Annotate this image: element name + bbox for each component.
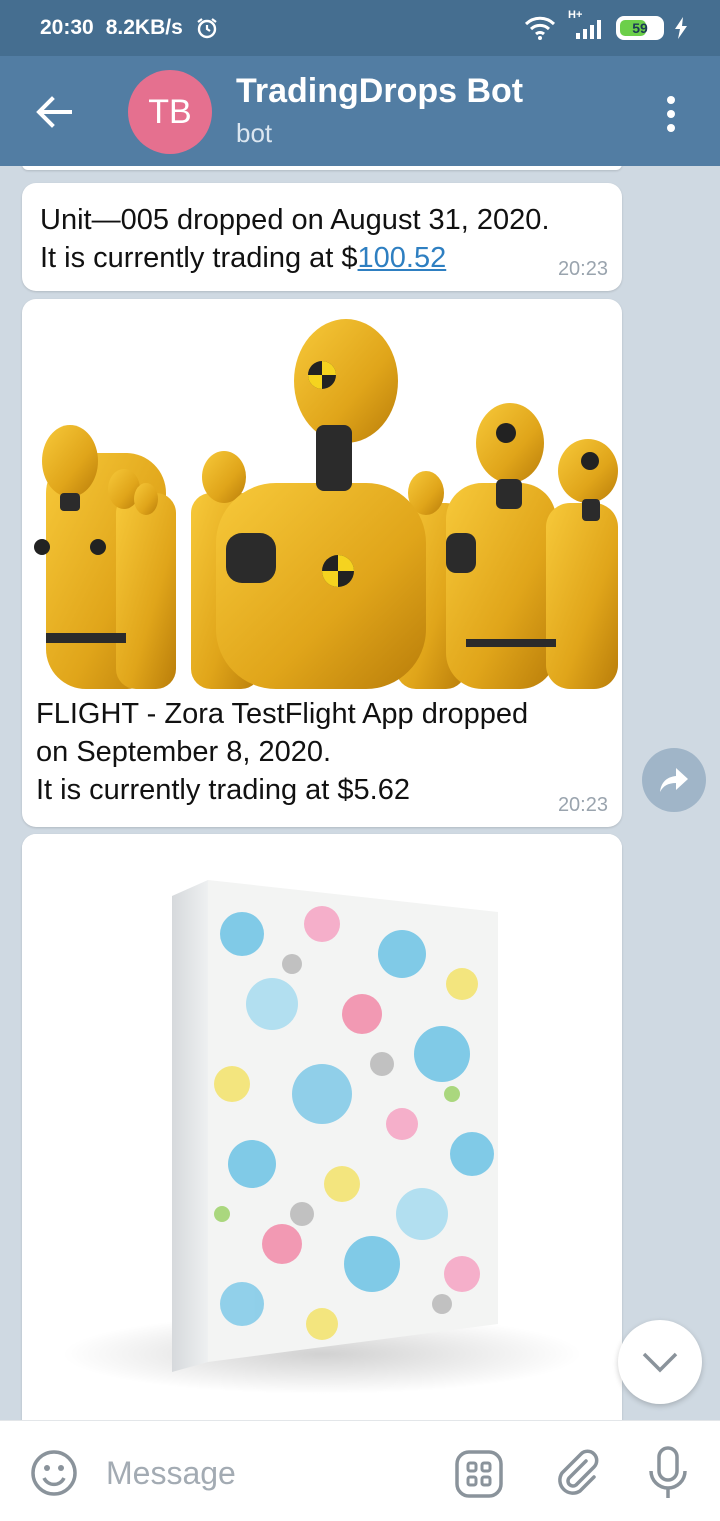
back-arrow-icon bbox=[36, 96, 72, 128]
status-time: 20:30 bbox=[40, 16, 94, 39]
chevron-down-icon bbox=[642, 1352, 678, 1373]
message-bubble-photo[interactable] bbox=[22, 834, 622, 1420]
chat-title[interactable]: TradingDrops Bot bbox=[236, 72, 523, 111]
voice-record-button[interactable] bbox=[646, 1445, 690, 1501]
more-vert-icon bbox=[667, 96, 675, 132]
scroll-down-button[interactable] bbox=[618, 1320, 702, 1404]
battery-indicator: 59 bbox=[616, 16, 664, 40]
message-text: Unit—005 dropped on August 31, 2020. It … bbox=[40, 201, 604, 277]
message-line: It is currently trading at $100.52 bbox=[40, 239, 604, 277]
message-composer bbox=[0, 1420, 720, 1521]
status-right: H+ 59 bbox=[524, 9, 688, 41]
share-button[interactable] bbox=[642, 748, 706, 812]
more-options-button[interactable] bbox=[656, 92, 686, 136]
message-time: 20:23 bbox=[557, 794, 608, 816]
attach-button[interactable] bbox=[552, 1447, 602, 1497]
message-bubble[interactable]: Unit—005 dropped on August 31, 2020. It … bbox=[22, 183, 622, 291]
status-speed: 8.2KB/s bbox=[105, 16, 183, 39]
battery-level: 59 bbox=[632, 20, 648, 36]
mic-icon bbox=[649, 1446, 687, 1498]
message-input[interactable] bbox=[104, 1447, 428, 1499]
bot-commands-button[interactable] bbox=[454, 1449, 504, 1499]
caption-line: It is currently trading at $5.62 bbox=[36, 774, 410, 806]
bot-commands-icon bbox=[455, 1450, 503, 1498]
paint-splatter-box-photo[interactable] bbox=[22, 834, 622, 1420]
emoji-button[interactable] bbox=[30, 1449, 78, 1497]
message-bubble-photo[interactable]: FLIGHT - Zora TestFlight App dropped on … bbox=[22, 299, 622, 827]
wifi-icon bbox=[524, 16, 556, 40]
alarm-icon bbox=[197, 18, 217, 39]
message-time: 20:23 bbox=[557, 258, 608, 280]
price-prefix: It is currently trading at $ bbox=[40, 242, 358, 274]
message-line: Unit—005 dropped on August 31, 2020. bbox=[40, 204, 550, 236]
caption-line: on September 8, 2020. bbox=[36, 736, 332, 768]
emoji-icon bbox=[31, 1450, 77, 1496]
avatar-initials: TB bbox=[148, 92, 192, 131]
attach-icon bbox=[558, 1449, 599, 1495]
status-left: 20:30 8.2KB/s bbox=[40, 16, 219, 40]
avatar[interactable]: TB bbox=[128, 70, 212, 154]
chat-header: TB TradingDrops Bot bot bbox=[0, 56, 720, 166]
chat-area[interactable]: Unit—005 dropped on August 31, 2020. It … bbox=[0, 166, 720, 1420]
status-bar: 20:30 8.2KB/s H+ 59 bbox=[0, 0, 720, 56]
price-link[interactable]: 100.52 bbox=[358, 242, 447, 274]
signal-icon: H+ bbox=[566, 9, 606, 41]
charging-icon bbox=[675, 17, 687, 39]
caption-line: FLIGHT - Zora TestFlight App dropped bbox=[36, 698, 529, 730]
crash-test-dummies-photo[interactable] bbox=[26, 303, 618, 689]
photo-caption: FLIGHT - Zora TestFlight App dropped on … bbox=[22, 689, 622, 809]
back-button[interactable] bbox=[32, 90, 76, 134]
chat-subtitle: bot bbox=[236, 118, 273, 148]
share-icon bbox=[660, 768, 688, 792]
message-bubble-previous bbox=[22, 166, 622, 170]
